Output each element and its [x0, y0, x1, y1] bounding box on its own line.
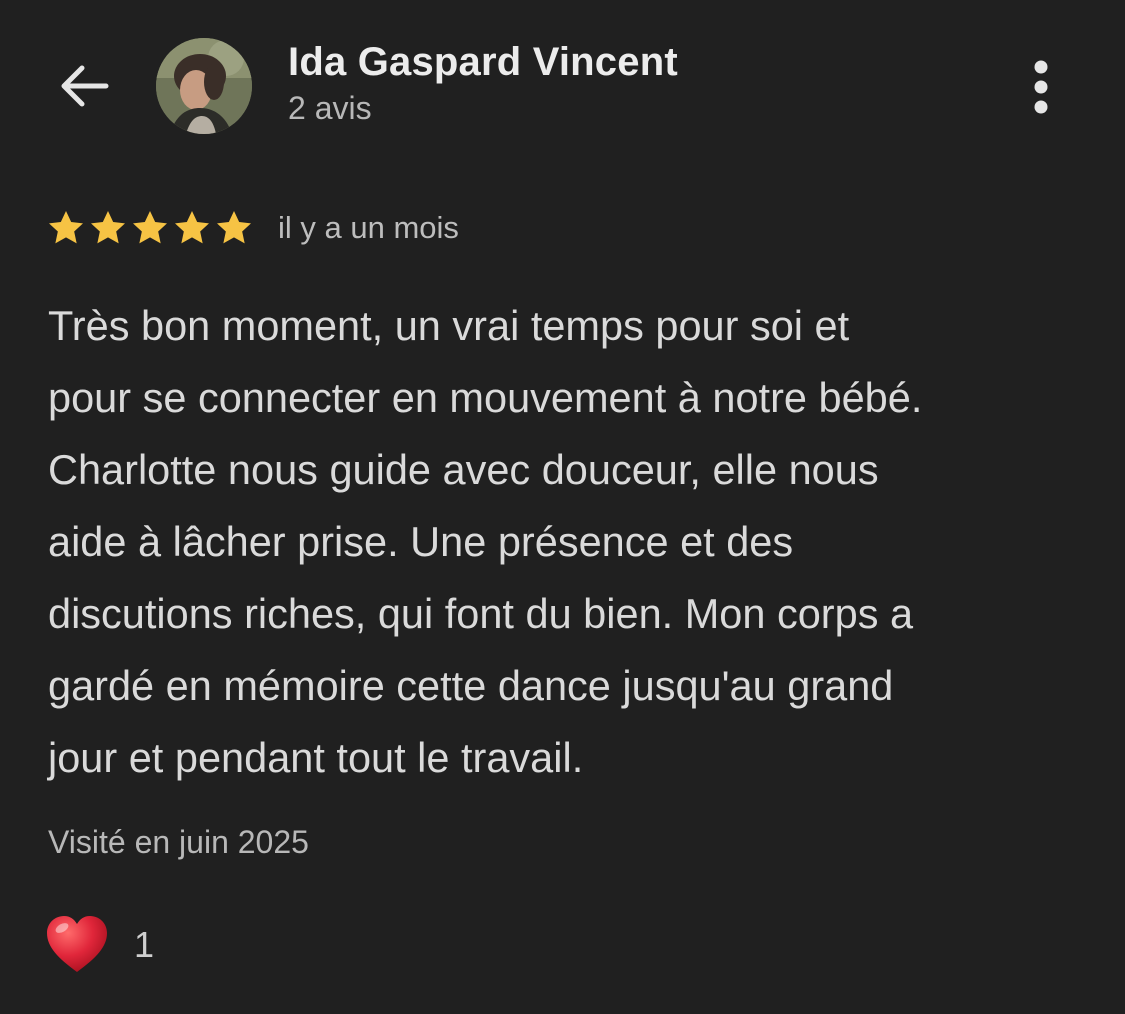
- author-review-count: 2 avis: [288, 90, 372, 126]
- more-options-button[interactable]: [1012, 56, 1070, 118]
- avatar-photo: [156, 38, 252, 134]
- review-header: Ida Gaspard Vincent 2 avis: [0, 0, 1125, 170]
- more-vertical-icon: [1034, 60, 1048, 114]
- star-icon: [217, 211, 251, 244]
- review-date: il y a un mois: [278, 210, 459, 245]
- avatar[interactable]: [156, 38, 252, 134]
- star-icon: [133, 211, 167, 244]
- visit-date: Visité en juin 2025: [48, 824, 309, 860]
- reaction-count: 1: [134, 924, 155, 965]
- star-icon: [175, 211, 209, 244]
- heart-icon: [47, 916, 107, 972]
- author-name[interactable]: Ida Gaspard Vincent: [288, 40, 678, 85]
- review-text: Très bon moment, un vrai temps pour soi …: [48, 302, 923, 781]
- arrow-left-icon: [61, 65, 109, 107]
- back-button[interactable]: [52, 56, 116, 116]
- like-reaction-button[interactable]: 1: [44, 912, 154, 978]
- star-rating: [46, 208, 256, 248]
- star-icon: [91, 211, 125, 244]
- star-icon: [49, 211, 83, 244]
- rating-row: il y a un mois: [46, 206, 459, 250]
